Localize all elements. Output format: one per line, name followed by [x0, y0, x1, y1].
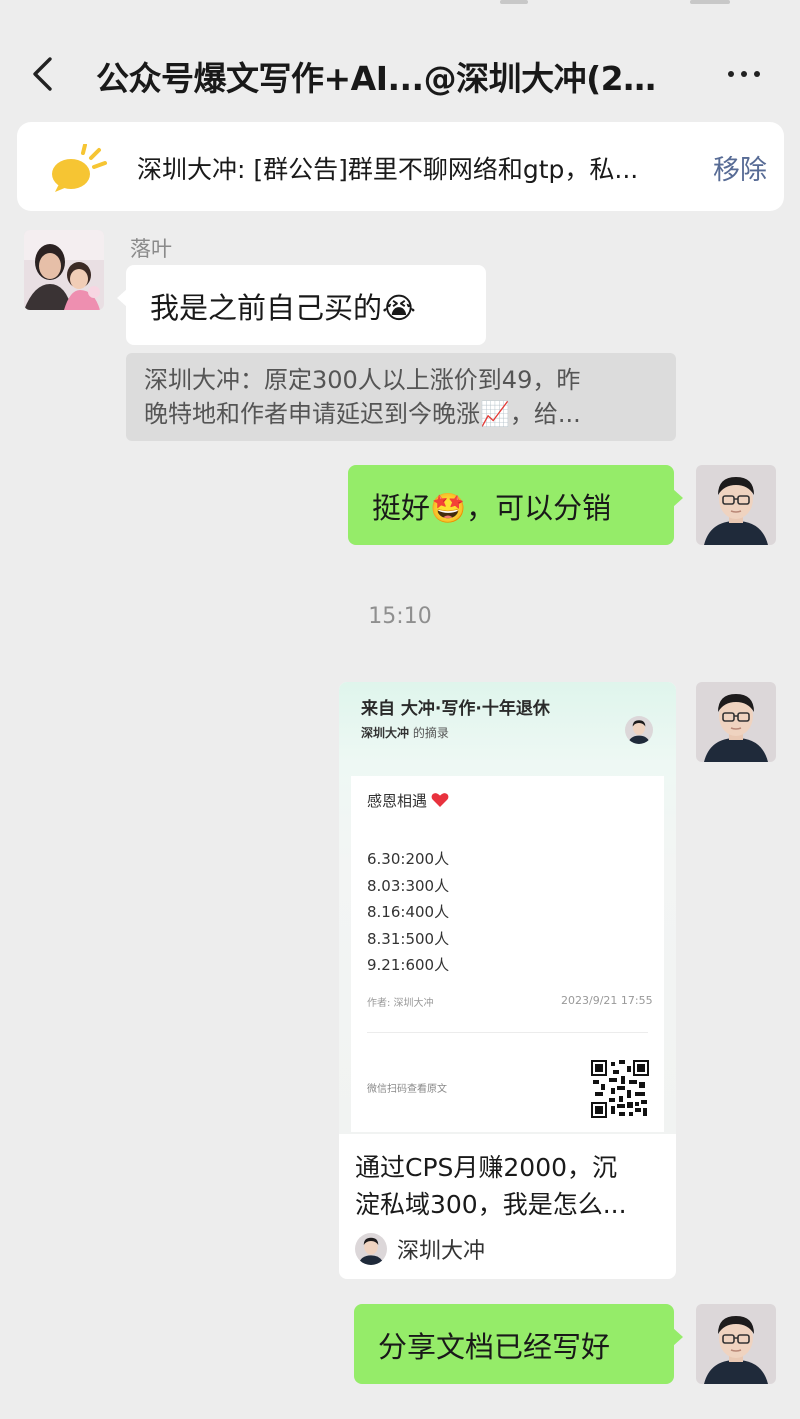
message-text: 挺好🤩，可以分销: [372, 491, 612, 525]
avatar-self[interactable]: [696, 465, 776, 545]
more-dot-icon: [754, 71, 760, 77]
avatar-image: [696, 682, 776, 762]
chat-header: 公众号爆文写作+AI...@深圳大冲(214): [0, 20, 800, 124]
back-button[interactable]: [22, 54, 62, 94]
excerpt-content: 感恩相遇 6.30:200人 8.03:300人 8.16:400人 8.31:…: [351, 776, 664, 1132]
shared-excerpt-card[interactable]: 来自 大冲·写作·十年退休 深圳大冲 的摘录 感恩相遇 6.30:200人 8.…: [339, 682, 676, 1279]
quote-line: 深圳大冲：原定300人以上涨价到49，昨: [144, 366, 581, 394]
qr-code-icon: [591, 1060, 649, 1118]
list-item: 8.03:300人: [367, 876, 450, 895]
group-notice-bar[interactable]: 深圳大冲: [群公告]群里不聊网络和gtp，私... 移除: [17, 122, 784, 211]
message-bubble[interactable]: 分享文档已经写好: [354, 1304, 683, 1384]
avatar-self[interactable]: [696, 1304, 776, 1384]
excerpt-title: 感恩相遇: [367, 792, 428, 810]
excerpt-author: 作者: 深圳大冲: [367, 998, 434, 1009]
message-bubble[interactable]: 我是之前自己买的😭: [117, 265, 486, 345]
card-from-title: 来自 大冲·写作·十年退休: [361, 699, 550, 719]
message-bubble[interactable]: 挺好🤩，可以分销: [348, 465, 683, 545]
source-avatar: [355, 1233, 387, 1265]
excerpt-list: 6.30:200人 8.03:300人 8.16:400人 8.31:500人 …: [367, 846, 449, 979]
avatar-luoye[interactable]: [24, 230, 104, 310]
more-button[interactable]: [720, 54, 768, 94]
chevron-left-icon: [33, 57, 52, 91]
source-name: 深圳大冲: [397, 1239, 486, 1264]
sender-name: 落叶: [130, 237, 172, 261]
avatar-image: [696, 465, 776, 545]
excerpt-date: 2023/9/21 17:55: [561, 994, 653, 1007]
scan-hint: 微信扫码查看原文: [367, 1084, 447, 1095]
chat-title: 公众号爆文写作+AI...@深圳大冲(214): [96, 59, 676, 98]
avatar-image: [24, 230, 104, 310]
card-source: 深圳大冲: [355, 1232, 485, 1266]
battery-icon: [690, 0, 730, 4]
announcement-icon: [52, 144, 107, 192]
list-item: 8.31:500人: [367, 929, 450, 948]
list-item: 8.16:400人: [367, 903, 450, 921]
avatar-image: [696, 1304, 776, 1384]
card-subtitle: 深圳大冲 的摘录: [361, 726, 449, 740]
quoted-message[interactable]: 深圳大冲：原定300人以上涨价到49，昨 晚特地和作者申请延迟到今晚涨📈，给..…: [126, 353, 676, 441]
signal-icon: [500, 0, 528, 4]
remove-notice-button[interactable]: 移除: [713, 148, 767, 187]
avatar-self[interactable]: [696, 682, 776, 762]
list-item: 9.21:600人: [367, 956, 450, 974]
message-timestamp: 15:10: [368, 604, 432, 629]
heart-icon: [431, 793, 449, 807]
card-author-avatar: [625, 716, 653, 744]
card-headline: 通过CPS月赚2000，沉 淀私域300，我是怎么...: [355, 1153, 627, 1219]
card-image: 来自 大冲·写作·十年退休 深圳大冲 的摘录 感恩相遇 6.30:200人 8.…: [339, 682, 676, 1134]
message-text: 我是之前自己买的😭: [150, 291, 416, 325]
message-text: 分享文档已经写好: [378, 1330, 611, 1364]
more-dot-icon: [741, 71, 747, 77]
notice-text: 深圳大冲: [群公告]群里不聊网络和gtp，私...: [137, 155, 639, 184]
divider: [367, 1032, 648, 1033]
star-eyes-emoji: 🤩: [430, 491, 467, 525]
more-dot-icon: [728, 71, 734, 77]
list-item: 6.30:200人: [367, 850, 450, 868]
status-bar: [0, 0, 800, 8]
crying-emoji: 😭: [382, 291, 416, 325]
quote-line: 晚特地和作者申请延迟到今晚涨📈，给...: [144, 400, 581, 428]
